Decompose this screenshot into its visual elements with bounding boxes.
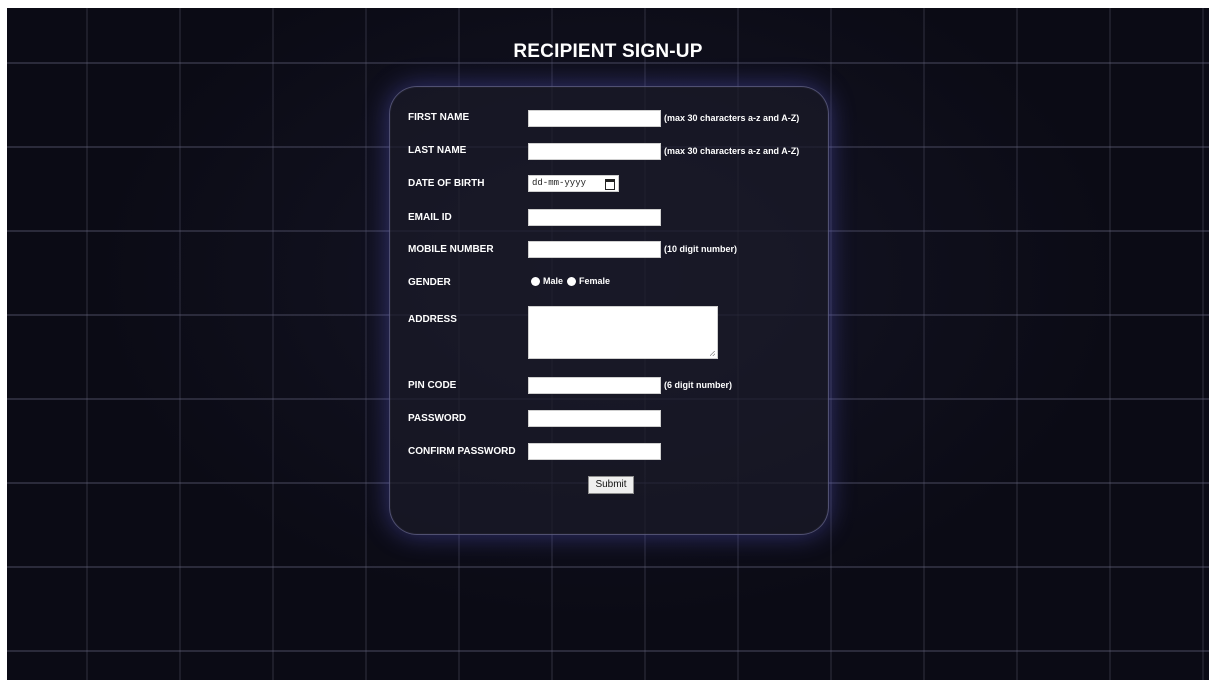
address-textarea[interactable] [528, 306, 718, 359]
last-name-input[interactable] [528, 143, 661, 160]
confirm-password-input[interactable] [528, 443, 661, 460]
dob-label: DATE OF BIRTH [408, 178, 485, 189]
pin-code-input[interactable] [528, 377, 661, 394]
last-name-label: LAST NAME [408, 145, 467, 156]
mobile-label: MOBILE NUMBER [408, 244, 494, 255]
gender-male-label: Male [543, 276, 564, 286]
pin-code-hint: (6 digit number) [664, 380, 732, 390]
first-name-hint: (max 30 characters a-z and A-Z) [664, 113, 800, 123]
last-name-hint: (max 30 characters a-z and A-Z) [664, 146, 800, 156]
gender-female-label: Female [579, 276, 611, 286]
resize-handle-icon[interactable] [710, 351, 715, 356]
mobile-hint: (10 digit number) [664, 244, 738, 254]
pin-code-label: PIN CODE [408, 380, 457, 391]
password-label: PASSWORD [408, 413, 467, 424]
confirm-password-label: CONFIRM PASSWORD [408, 446, 516, 457]
calendar-icon[interactable] [605, 179, 615, 190]
page-background: RECIPIENT SIGN-UP FIRST NAME (max 30 cha… [7, 8, 1209, 680]
first-name-label: FIRST NAME [408, 112, 470, 123]
gender-female-radio[interactable] [567, 276, 577, 286]
address-label: ADDRESS [408, 314, 457, 325]
page-title: RECIPIENT SIGN-UP [513, 41, 703, 62]
mobile-input[interactable] [528, 241, 661, 258]
submit-button[interactable]: Submit [588, 476, 634, 494]
first-name-input[interactable] [528, 110, 661, 127]
email-input[interactable] [528, 209, 661, 226]
signup-form-card: FIRST NAME (max 30 characters a-z and A-… [389, 86, 829, 535]
password-input[interactable] [528, 410, 661, 427]
dob-input[interactable]: dd-mm-yyyy [528, 175, 619, 192]
gender-male-radio[interactable] [531, 276, 540, 286]
dob-placeholder: dd-mm-yyyy [532, 178, 587, 188]
gender-label: GENDER [408, 277, 451, 288]
email-label: EMAIL ID [408, 212, 452, 223]
gender-radio-group: Male Female [531, 274, 614, 288]
